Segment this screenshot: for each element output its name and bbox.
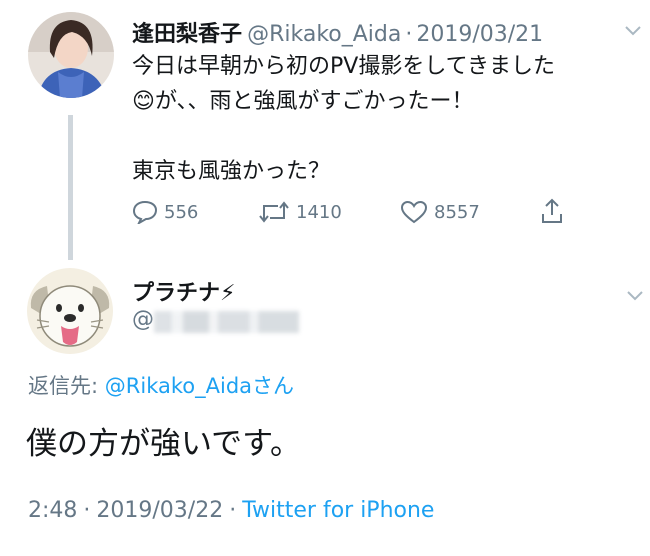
avatar-platina[interactable]	[27, 268, 113, 354]
footer-separator: ·	[229, 498, 237, 523]
thread-connector-line	[68, 115, 73, 260]
reply-prefix: 返信先:	[28, 374, 105, 398]
tweet2-menu-chevron[interactable]	[626, 287, 644, 306]
tweet1-line2-text: が、、雨と強風がすごかったー！	[154, 89, 474, 114]
tweet2-display-name[interactable]: プラチナ⚡	[132, 275, 235, 307]
source-link[interactable]: Twitter for iPhone	[242, 498, 434, 523]
tweet1-line1: 今日は早朝から初のPV撮影をしてきました	[132, 54, 555, 79]
tweet1-line3: 東京も風強かった？	[132, 159, 331, 184]
share-button[interactable]	[540, 198, 564, 224]
display-name[interactable]: 逢田梨香子	[132, 22, 242, 47]
like-button[interactable]: 8557	[400, 200, 480, 224]
share-icon	[542, 198, 562, 223]
tweet1-line2: 😊が、、雨と強風がすごかったー！	[132, 84, 632, 119]
tweet-date[interactable]: 2019/03/22	[96, 498, 223, 523]
reply-button[interactable]: 556	[132, 200, 198, 224]
tweet1-header: 逢田梨香子 @Rikako_Aida · 2019/03/21	[132, 16, 543, 48]
handle[interactable]: @Rikako_Aida	[247, 22, 401, 47]
chevron-down-icon	[627, 291, 643, 301]
reply-suffix: さん	[252, 374, 295, 398]
retweet-count: 1410	[296, 201, 342, 223]
tweet1-body: 今日は早朝から初のPV撮影をしてきました 😊が、、雨と強風がすごかったー！ 東京…	[132, 49, 632, 189]
chevron-down-icon	[625, 26, 641, 36]
avatar-image	[28, 12, 114, 98]
reply-count: 556	[164, 201, 199, 223]
replying-to: 返信先: @Rikako_Aidaさん	[28, 370, 294, 400]
avatar-image	[27, 268, 113, 354]
reply-icon	[132, 200, 158, 224]
meta-separator: ·	[405, 22, 413, 47]
tweet2-footer: 2:48 · 2019/03/22 · Twitter for iPhone	[28, 498, 434, 523]
retweet-icon	[259, 201, 289, 223]
blurred-handle	[154, 310, 299, 333]
footer-separator: ·	[83, 498, 91, 523]
tweet1-menu-chevron[interactable]	[624, 22, 642, 41]
retweet-button[interactable]: 1410	[258, 200, 342, 224]
smile-emoji-icon: 😊	[132, 89, 155, 114]
tweet-date[interactable]: 2019/03/21	[416, 22, 543, 47]
handle-prefix: @	[132, 307, 154, 332]
tweet2-text: 僕の方が強いです。	[26, 426, 301, 462]
avatar-rikako[interactable]	[28, 12, 114, 98]
like-count: 8557	[434, 201, 480, 223]
display-name: プラチナ⚡	[132, 281, 236, 306]
tweet-time[interactable]: 2:48	[28, 498, 77, 523]
reply-to-handle-link[interactable]: @Rikako_Aida	[105, 374, 252, 398]
like-icon	[400, 200, 428, 224]
tweet2-handle[interactable]: @	[132, 307, 299, 333]
